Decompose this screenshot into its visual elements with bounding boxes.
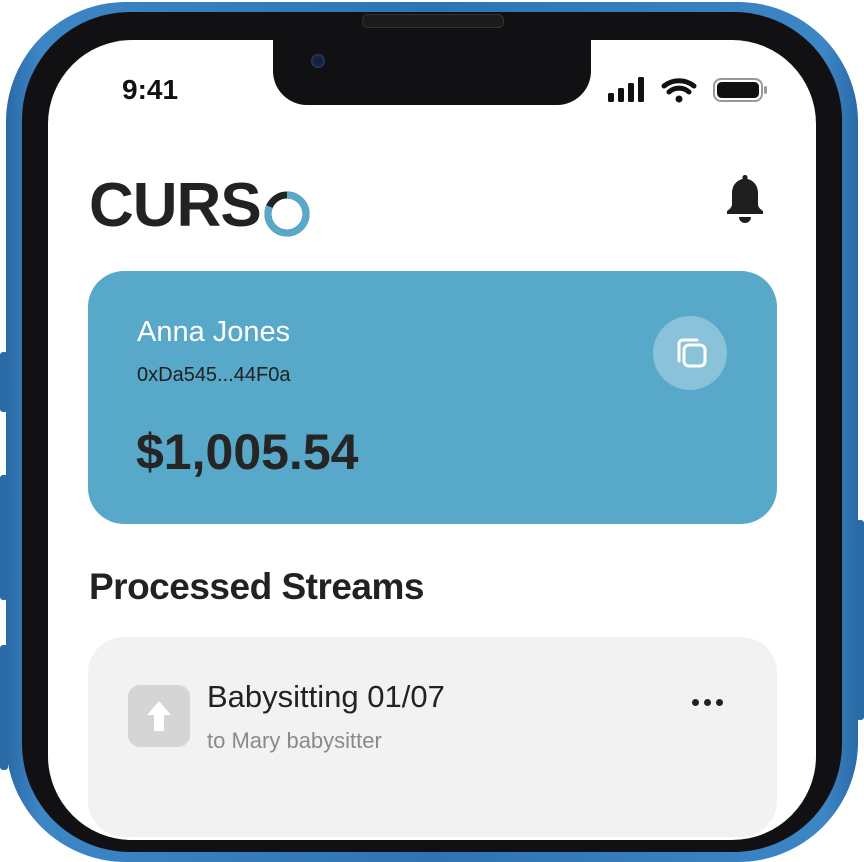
account-balance: $1,005.54 [136,424,359,480]
more-icon[interactable] [688,689,728,713]
logo-o-icon [263,182,311,236]
more-dot [716,699,723,706]
front-camera [311,54,325,68]
copy-icon [677,338,707,368]
bell-icon[interactable] [722,172,768,226]
status-time: 9:41 [122,74,179,105]
wifi-icon [661,78,697,103]
arrow-up-icon [147,701,171,731]
wallet-address: 0xDa545...44F0a [137,364,291,386]
logo-text: CURS [89,171,262,240]
copy-address-button[interactable] [653,316,727,390]
status-icons [608,76,768,106]
battery-icon [713,78,767,102]
speaker-grille [362,14,504,28]
stream-title: Babysitting 01/07 [207,679,445,714]
notch [273,40,591,105]
account-name: Anna Jones [137,316,291,348]
more-dot [692,699,699,706]
stream-type-badge [128,685,190,747]
app-logo: CURS [89,170,311,241]
stream-recipient: to Mary babysitter [207,728,382,753]
account-card[interactable]: Anna Jones 0xDa545...44F0a $1,005.54 [88,271,777,524]
more-dot [704,699,711,706]
signal-icon [608,77,644,102]
section-title: Processed Streams [89,566,424,607]
stream-card[interactable]: Babysitting 01/07 to Mary babysitter [88,637,777,837]
